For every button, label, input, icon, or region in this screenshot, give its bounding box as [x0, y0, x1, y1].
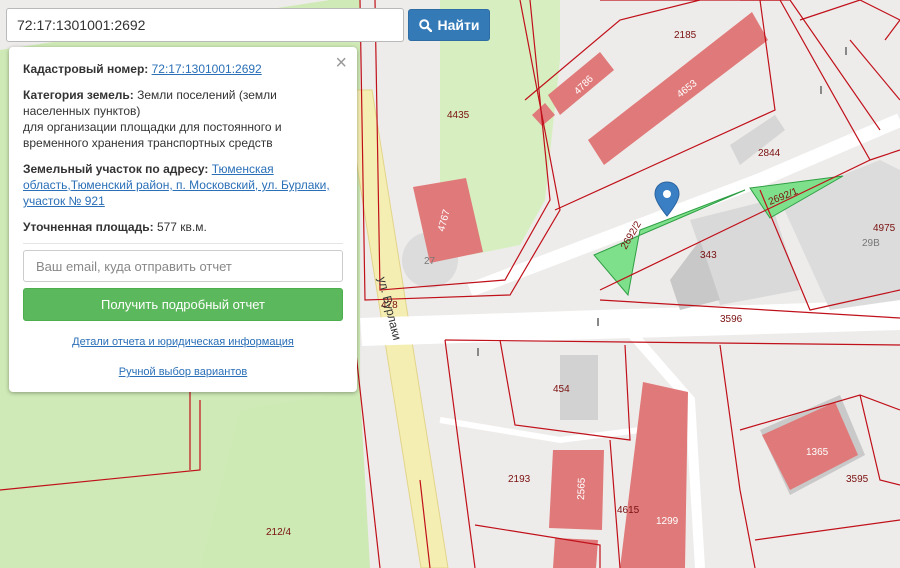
parcel-label: 2844 — [758, 148, 781, 159]
parcel-label: 4435 — [447, 110, 470, 121]
parcel-label: 4975 — [873, 223, 896, 234]
building-label: 1365 — [806, 447, 829, 458]
report-details-link[interactable]: Детали отчета и юридическая информация — [23, 334, 343, 350]
address-label: Земельный участок по адресу: — [23, 162, 209, 176]
search-input[interactable] — [6, 8, 404, 42]
address-row: Земельный участок по адресу: Тюменская о… — [23, 161, 343, 209]
area-value: 577 кв.м. — [156, 220, 207, 234]
parcel-label: 4615 — [617, 505, 640, 516]
area-row: Уточненная площадь: 577 кв.м. — [23, 219, 343, 235]
parcel-label: 343 — [700, 250, 717, 261]
area-label: Уточненная площадь: — [23, 220, 154, 234]
parcel-label: 2193 — [508, 474, 531, 485]
get-report-button[interactable]: Получить подробный отчет — [23, 288, 343, 321]
cadastral-number-label: Кадастровый номер: — [23, 62, 149, 76]
building-label: 29В — [862, 238, 880, 249]
parcel-label: 212/4 — [266, 527, 291, 538]
close-icon[interactable]: × — [335, 53, 347, 73]
building-label: 2565 — [576, 477, 588, 500]
cadastral-number-row: Кадастровый номер: 72:17:1301001:2692 — [23, 61, 343, 77]
parcel-info-panel: × Кадастровый номер: 72:17:1301001:2692 … — [9, 47, 357, 392]
cadastral-number-link[interactable]: 72:17:1301001:2692 — [152, 62, 262, 76]
land-category-row: Категория земель: Земли поселений (земли… — [23, 87, 343, 151]
building-label: 27 — [424, 256, 436, 267]
manual-selection-link[interactable]: Ручной выбор вариантов — [23, 364, 343, 380]
parcel-label: 2185 — [674, 30, 697, 41]
parcel-label: 3596 — [720, 314, 743, 325]
building-label: 454 — [553, 384, 570, 395]
parcel-label: 3595 — [846, 474, 869, 485]
email-input[interactable] — [23, 250, 343, 282]
land-category-label: Категория земель: — [23, 88, 134, 102]
search-button-label: Найти — [437, 17, 480, 33]
land-purpose-value: для организации площадки для постоянного… — [23, 120, 282, 150]
building-label: 1299 — [656, 516, 679, 527]
divider — [23, 243, 343, 244]
search-icon — [418, 18, 432, 32]
search-button[interactable]: Найти — [408, 9, 490, 41]
building-bottom — [553, 538, 598, 568]
